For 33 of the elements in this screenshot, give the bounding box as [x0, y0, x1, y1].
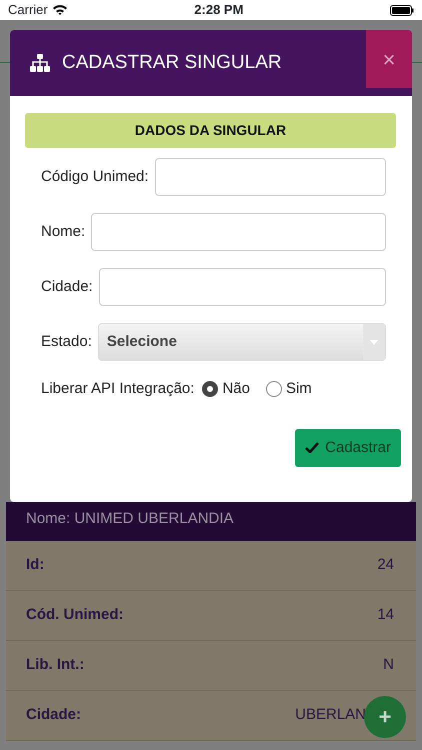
wifi-icon	[52, 4, 68, 16]
hierarchy-icon	[30, 54, 50, 72]
input-field[interactable]	[98, 268, 386, 306]
field-label: Nome:	[41, 222, 86, 242]
radio-button[interactable]	[202, 381, 218, 398]
field-label: Cidade:	[41, 276, 93, 297]
radio-group-label: Liberar API Integração:	[41, 379, 194, 399]
modal-title: CADASTRAR SINGULAR	[62, 50, 282, 75]
field-label: Código Unimed:	[41, 166, 149, 187]
row-value: 14	[377, 604, 394, 625]
submit-button[interactable]: Cadastrar	[295, 428, 401, 467]
section-header: DADOS DA SINGULAR	[25, 113, 396, 148]
state-select[interactable]: Selecione	[98, 323, 386, 361]
carrier-label: Carrier	[8, 1, 48, 20]
card-header: Nome: UNIMED UBERLANDIA	[6, 502, 416, 540]
input-field[interactable]	[154, 158, 386, 196]
caret-icon	[370, 340, 378, 344]
battery-icon	[390, 4, 414, 16]
row-value: N	[383, 654, 394, 675]
radio-button[interactable]	[266, 381, 282, 398]
row-label: Cód. Unimed:	[26, 604, 124, 625]
row-label: Lib. Int.:	[26, 654, 84, 675]
row-value: 24	[377, 554, 394, 575]
input-field[interactable]	[91, 213, 386, 251]
row-value: UBERLAN	[295, 704, 366, 725]
close-button[interactable]: ×	[366, 30, 412, 88]
row-label: Id:	[26, 554, 44, 575]
radio-label: Sim	[286, 379, 312, 399]
status-time: 2:28 PM	[194, 1, 244, 20]
row-label: Cidade:	[26, 704, 82, 725]
check-icon	[305, 442, 320, 454]
field-label: Estado:	[41, 332, 92, 352]
radio-label: Não	[222, 379, 250, 399]
